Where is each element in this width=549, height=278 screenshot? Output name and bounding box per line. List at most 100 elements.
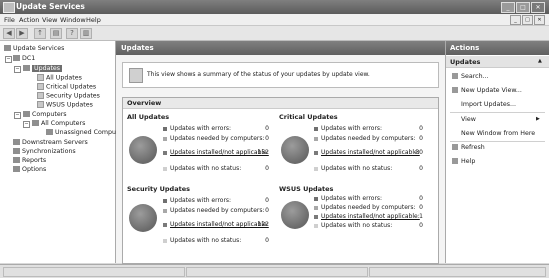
action-help[interactable]: Help bbox=[452, 158, 475, 165]
status-row: Updates with errors: bbox=[163, 125, 231, 132]
section-title-critical-updates: Critical Updates bbox=[279, 113, 338, 121]
view-icon bbox=[37, 83, 44, 90]
status-row: Updates with no status: bbox=[314, 222, 392, 229]
action-view[interactable]: View ▶ bbox=[461, 116, 540, 123]
info-text: This view shows a summary of the status … bbox=[147, 71, 370, 78]
downstream-servers-icon bbox=[13, 139, 20, 145]
pie-chart-critical-updates bbox=[281, 136, 309, 164]
action-import-updates[interactable]: Import Updates... bbox=[461, 101, 516, 108]
status-row: Updates with errors: bbox=[314, 195, 382, 202]
status-value: 0 bbox=[265, 237, 269, 244]
menu-window[interactable]: Window bbox=[60, 16, 86, 24]
action-new-update-view[interactable]: New Update View... bbox=[452, 87, 522, 94]
status-value: 0 bbox=[419, 165, 423, 172]
view-icon bbox=[37, 92, 44, 99]
section-title-all-updates: All Updates bbox=[127, 113, 170, 121]
status-value: 122 bbox=[257, 221, 269, 228]
tree-options[interactable]: Options bbox=[13, 166, 46, 173]
app-icon bbox=[3, 2, 15, 13]
status-row[interactable]: Updates installed/not applicable: bbox=[314, 213, 420, 220]
options-icon bbox=[13, 166, 20, 172]
properties-icon[interactable]: ▤ bbox=[50, 28, 62, 39]
refresh-icon bbox=[452, 144, 458, 150]
overview-panel: Overview All Updates Updates with errors… bbox=[122, 97, 439, 264]
section-title-wsus-updates: WSUS Updates bbox=[279, 185, 334, 193]
expand-all-computers-icon[interactable]: − bbox=[23, 121, 30, 128]
maximize-button[interactable]: □ bbox=[516, 2, 530, 13]
tree-root[interactable]: Update Services bbox=[4, 45, 64, 52]
tree-wsus-updates[interactable]: WSUS Updates bbox=[37, 101, 93, 109]
action-search[interactable]: Search... bbox=[452, 73, 489, 80]
status-row: Updates with no status: bbox=[314, 165, 392, 172]
menu-file[interactable]: File bbox=[4, 16, 15, 24]
status-cell bbox=[369, 267, 546, 277]
section-title-security-updates: Security Updates bbox=[127, 185, 190, 193]
status-row[interactable]: Updates installed/not applicable: bbox=[314, 149, 420, 156]
status-row: Updates needed by computers: bbox=[314, 204, 416, 211]
tree-computers[interactable]: Computers bbox=[23, 111, 67, 118]
navigation-tree: Update Services − DC1 − Updates All Upda… bbox=[0, 41, 116, 263]
mdi-close-button[interactable]: ✕ bbox=[534, 15, 545, 25]
center-header: Updates bbox=[116, 41, 445, 55]
pie-chart-security-updates bbox=[129, 204, 157, 232]
tree-critical-updates[interactable]: Critical Updates bbox=[37, 83, 96, 91]
update-services-icon bbox=[4, 45, 11, 51]
minimize-button[interactable]: _ bbox=[501, 2, 515, 13]
tree-unassigned-computers[interactable]: Unassigned Compu bbox=[46, 129, 116, 136]
status-row: Updates needed by computers: bbox=[314, 135, 416, 142]
synchronizations-icon bbox=[13, 148, 20, 154]
collapse-icon[interactable]: ▲ bbox=[538, 58, 542, 64]
show-hide-icon[interactable]: ▥ bbox=[80, 28, 92, 39]
status-value: 0 bbox=[265, 135, 269, 142]
expand-updates-icon[interactable]: − bbox=[14, 66, 21, 73]
action-new-window[interactable]: New Window from Here bbox=[461, 130, 535, 137]
search-icon bbox=[452, 73, 458, 79]
status-value: 0 bbox=[419, 222, 423, 229]
status-value: 0 bbox=[419, 195, 423, 202]
computers-icon bbox=[23, 111, 30, 117]
status-row: Updates with errors: bbox=[163, 197, 231, 204]
expand-computers-icon[interactable]: − bbox=[14, 112, 21, 119]
status-row: Updates needed by computers: bbox=[163, 207, 265, 214]
computer-group-icon bbox=[46, 129, 53, 135]
tree-all-updates[interactable]: All Updates bbox=[37, 74, 82, 82]
menu-help[interactable]: Help bbox=[86, 16, 101, 24]
tree-updates[interactable]: Updates bbox=[23, 65, 63, 72]
mdi-restore-button[interactable]: □ bbox=[522, 15, 533, 25]
tree-reports[interactable]: Reports bbox=[13, 157, 46, 164]
tree-synchronizations[interactable]: Synchronizations bbox=[13, 148, 76, 155]
back-icon[interactable]: ◀ bbox=[3, 28, 15, 39]
up-icon[interactable]: ↑ bbox=[34, 28, 46, 39]
close-button[interactable]: ✕ bbox=[531, 2, 545, 13]
actions-group-header[interactable]: Updates ▲ bbox=[446, 56, 549, 68]
pie-chart-all-updates bbox=[129, 136, 157, 164]
menu-view[interactable]: View bbox=[42, 16, 57, 24]
info-box: This view shows a summary of the status … bbox=[122, 62, 439, 88]
menu-bar: File Action View Window Help _ □ ✕ bbox=[0, 14, 549, 26]
tree-server-dc1[interactable]: DC1 bbox=[13, 55, 35, 62]
mdi-minimize-button[interactable]: _ bbox=[510, 15, 521, 25]
tree-security-updates[interactable]: Security Updates bbox=[37, 92, 100, 100]
status-cell bbox=[186, 267, 368, 277]
pie-chart-wsus-updates bbox=[281, 201, 309, 229]
status-value: 0 bbox=[265, 197, 269, 204]
status-row: Updates with errors: bbox=[314, 125, 382, 132]
server-icon bbox=[13, 55, 20, 61]
computer-group-icon bbox=[32, 120, 39, 126]
help-icon[interactable]: ? bbox=[66, 28, 78, 39]
status-value: 0 bbox=[265, 125, 269, 132]
updates-icon bbox=[23, 65, 30, 71]
forward-icon[interactable]: ▶ bbox=[16, 28, 28, 39]
tree-all-computers[interactable]: All Computers bbox=[32, 120, 85, 127]
tree-downstream-servers[interactable]: Downstream Servers bbox=[13, 139, 88, 146]
separator bbox=[450, 112, 545, 113]
center-pane: Updates This view shows a summary of the… bbox=[116, 41, 446, 264]
view-icon bbox=[37, 101, 44, 108]
status-value: 0 bbox=[265, 207, 269, 214]
status-value: 0 bbox=[419, 135, 423, 142]
status-row: Updates with no status: bbox=[163, 237, 241, 244]
expand-dc1-icon[interactable]: − bbox=[5, 56, 12, 63]
status-value: 0 bbox=[419, 125, 423, 132]
menu-action[interactable]: Action bbox=[19, 16, 39, 24]
action-refresh[interactable]: Refresh bbox=[452, 144, 485, 151]
